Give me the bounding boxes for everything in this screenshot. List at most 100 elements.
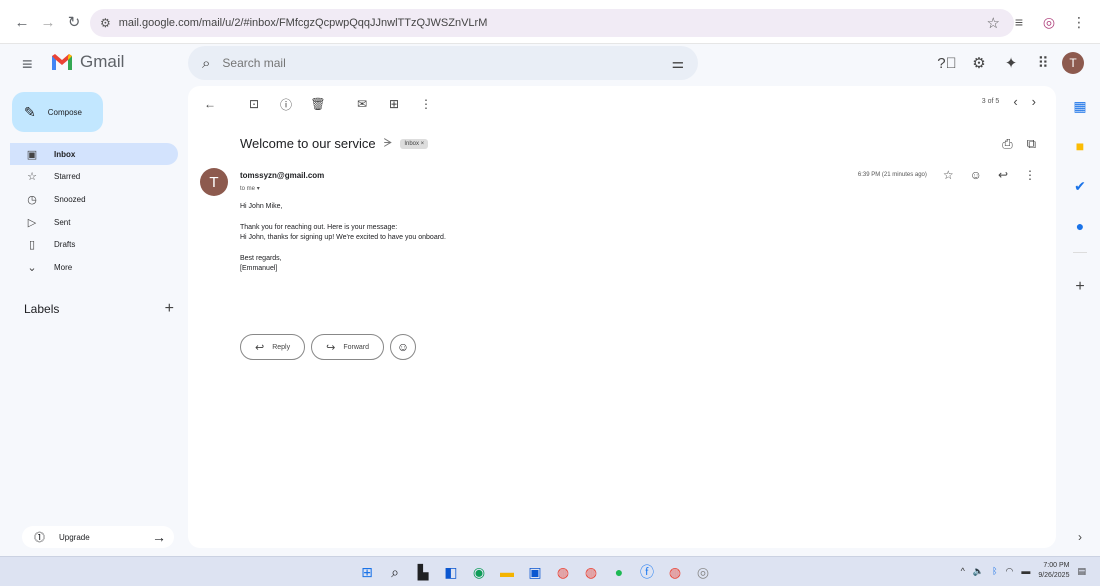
browser-menu-icon[interactable]: ⋮ [1068, 8, 1090, 36]
sender-avatar[interactable]: T [200, 168, 228, 196]
address-bar[interactable]: ⚙ mail.google.com/mail/u/2/#inbox/FMfcgz… [90, 9, 1014, 37]
smiley-icon: ☺ [396, 340, 410, 354]
edge-browser-icon[interactable]: ◉ [468, 561, 490, 583]
bookmark-star-icon[interactable]: ☆ [987, 14, 1000, 32]
mark-unread-icon[interactable]: ✉ [352, 94, 372, 114]
sidebar-item-label: Drafts [54, 240, 76, 250]
wifi-icon[interactable]: ◠ [1005, 566, 1013, 577]
body-signature: [Emmanuel] [240, 265, 278, 272]
send-icon: ▷ [27, 216, 37, 229]
chevron-up-icon[interactable]: ^ [961, 566, 965, 576]
search-input[interactable] [222, 56, 643, 70]
get-addons-icon[interactable]: + [1060, 278, 1100, 296]
tasks-icon[interactable]: ✔ [1060, 166, 1100, 206]
chevron-down-icon: ⌄ [27, 261, 37, 274]
labels-title: Labels [24, 302, 60, 316]
profile-icon[interactable]: ◎ [1038, 8, 1060, 36]
file-explorer-icon[interactable]: ▬ [496, 561, 518, 583]
sidebar-item-sent[interactable]: ▷ Sent [10, 211, 178, 233]
importance-marker-icon[interactable]: ᗒ [384, 136, 393, 151]
apps-grid-icon[interactable]: ⠿ [1030, 50, 1056, 76]
sidebar-item-inbox[interactable]: ▣ Inbox [10, 143, 178, 165]
report-spam-icon[interactable]: ⓘ [276, 94, 296, 114]
upgrade-button[interactable]: ⓵ Upgrade → [22, 526, 174, 548]
bluetooth-icon[interactable]: ᛒ [992, 566, 997, 576]
inbox-icon: ▣ [26, 148, 38, 161]
volume-icon[interactable]: 🔈 [973, 566, 984, 577]
search-icon[interactable]: ⌕ [202, 55, 210, 72]
system-clock[interactable]: 7:00 PM 9/26/2025 [1038, 561, 1069, 581]
clock-icon: ◷ [27, 193, 37, 206]
body-greeting: Hi John Mike, [240, 203, 283, 210]
archive-icon[interactable]: ⊡ [244, 94, 264, 114]
keep-icon[interactable]: ■ [1060, 126, 1100, 166]
delete-trash-icon[interactable]: 🗑 [308, 94, 328, 114]
calendar-icon[interactable]: ▦ [1060, 86, 1100, 126]
print-icon[interactable]: ⎙ [1002, 136, 1012, 152]
site-info-icon[interactable]: ⚙ [100, 16, 111, 30]
chrome-alt-icon[interactable]: ◍ [664, 561, 686, 583]
battery-icon[interactable]: ▬ [1021, 566, 1030, 576]
back-icon[interactable]: ← [8, 8, 36, 36]
notifications-icon[interactable]: ▤ [1077, 566, 1086, 577]
move-to-folder-icon[interactable]: ⊞ [384, 94, 404, 114]
reply-icon[interactable]: ↩ [998, 168, 1008, 182]
body-line-2: Hi John, thanks for signing up! We're ex… [240, 234, 446, 241]
widgets-icon[interactable]: ◧ [440, 561, 462, 583]
arrow-right-icon: → [152, 529, 166, 545]
more-options-icon[interactable]: ⋮ [416, 94, 436, 114]
next-email-icon[interactable]: › [1032, 94, 1036, 109]
emoji-reaction-button[interactable]: ☺ [390, 334, 417, 360]
forward-icon[interactable]: → [34, 8, 62, 36]
reading-list-icon[interactable]: ≡ [1008, 8, 1030, 36]
message-more-icon[interactable]: ⋮ [1024, 168, 1036, 182]
facebook-icon[interactable]: ⓕ [636, 561, 658, 583]
recipient-details[interactable]: to me ▾ [240, 185, 260, 192]
search-bar[interactable]: ⌕ ⚌ [188, 46, 698, 80]
search-options-icon[interactable]: ⚌ [671, 55, 684, 72]
contacts-icon[interactable]: ● [1060, 206, 1100, 246]
sender-email[interactable]: tomssyzn@gmail.com [240, 171, 324, 180]
clock-date: 9/26/2025 [1038, 572, 1070, 579]
subject-actions: ⎙ ⧉ [1002, 136, 1036, 152]
inbox-label-chip[interactable]: Inbox × [400, 138, 429, 149]
sidebar-item-more[interactable]: ⌄ More [10, 256, 178, 278]
hide-side-panel-icon[interactable]: › [1060, 530, 1100, 544]
wifi-app-icon[interactable]: ◎ [692, 561, 714, 583]
spotify-icon[interactable]: ● [608, 561, 630, 583]
subject-row: Welcome to our service ᗒ Inbox × [240, 136, 429, 151]
taskbar-search-icon[interactable]: ⌕ [384, 561, 406, 583]
upgrade-info-icon: ⓵ [34, 532, 45, 544]
store-icon[interactable]: ▣ [524, 561, 546, 583]
main-menu-icon[interactable]: ≡ [22, 54, 33, 75]
reload-icon[interactable]: ↻ [60, 8, 88, 36]
previous-email-icon[interactable]: ‹ [1013, 94, 1017, 109]
reply-actions: ↩ Reply ↪ Forward ☺ [240, 334, 417, 360]
sidebar-item-label: Snoozed [54, 194, 86, 204]
open-in-new-window-icon[interactable]: ⧉ [1027, 136, 1036, 152]
back-to-inbox-icon[interactable]: ← [200, 94, 220, 114]
help-icon[interactable]: ?⃝ [934, 50, 960, 76]
forward-button[interactable]: ↪ Forward [311, 334, 385, 360]
sidebar-item-label: Sent [54, 217, 71, 227]
add-label-icon[interactable]: + [165, 300, 174, 318]
browser-toolbar: ← → ↻ ⚙ mail.google.com/mail/u/2/#inbox/… [0, 0, 1100, 44]
windows-start-icon[interactable]: ⊞ [356, 561, 378, 583]
task-view-icon[interactable]: ▙ [412, 561, 434, 583]
chrome-profile-icon[interactable]: ◍ [580, 561, 602, 583]
chrome-icon[interactable]: ◍ [552, 561, 574, 583]
settings-gear-icon[interactable]: ⚙ [966, 50, 992, 76]
gmail-logo[interactable]: Gmail [50, 52, 124, 72]
compose-button[interactable]: ✎ Compose [12, 92, 103, 132]
labels-header: Labels + [24, 300, 174, 318]
reply-button[interactable]: ↩ Reply [240, 334, 306, 360]
sidebar-item-drafts[interactable]: ▯ Drafts [10, 234, 178, 256]
sidebar-item-starred[interactable]: ☆ Starred [10, 166, 178, 188]
account-avatar[interactable]: T [1062, 52, 1084, 74]
add-reaction-icon[interactable]: ☺ [970, 168, 982, 182]
email-toolbar: ← ⊡ ⓘ 🗑 ✉ ⊞ ⋮ [200, 94, 436, 114]
body-signoff: Best regards, [240, 254, 282, 262]
gemini-sparkle-icon[interactable]: ✦ [998, 50, 1024, 76]
sidebar-item-snoozed[interactable]: ◷ Snoozed [10, 188, 178, 210]
star-message-icon[interactable]: ☆ [943, 168, 954, 182]
